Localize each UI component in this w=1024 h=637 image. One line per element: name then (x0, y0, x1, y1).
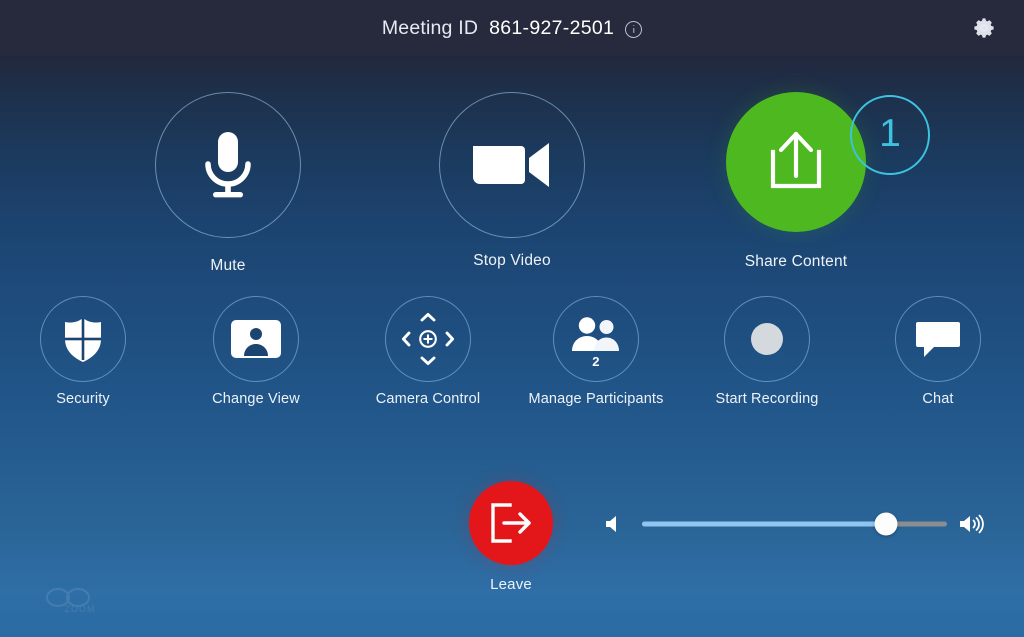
volume-slider[interactable] (642, 511, 947, 537)
header-bar: Meeting ID 861-927-2501 (0, 0, 1024, 56)
stop-video-button[interactable]: Stop Video (366, 92, 658, 270)
mute-button-label: Mute (210, 257, 246, 274)
secondary-controls-row: Security Change View Camera Control 2 Ma… (0, 296, 1024, 420)
volume-down-button[interactable] (600, 510, 628, 538)
people-icon (572, 317, 619, 351)
camera-control-button-label: Camera Control (375, 391, 481, 407)
mute-button[interactable]: Mute (82, 92, 374, 275)
participant-count-badge: 2 (592, 354, 600, 369)
chat-button-circle (895, 296, 981, 382)
leave-button-circle (469, 481, 553, 565)
camera-control-button[interactable]: Camera Control (348, 296, 508, 407)
start-recording-button-label: Start Recording (715, 391, 819, 407)
stop-video-button-circle (439, 92, 585, 238)
microphone-icon (205, 132, 251, 198)
mute-button-circle (155, 92, 301, 238)
change-view-button[interactable]: Change View (176, 296, 336, 407)
stop-video-button-label: Stop Video (473, 252, 551, 269)
manage-participants-button-circle: 2 (553, 296, 639, 382)
exit-arrow-icon (491, 503, 531, 543)
change-view-button-label: Change View (212, 391, 300, 407)
pan-tilt-arrows-icon (401, 312, 455, 366)
gear-icon (974, 18, 994, 38)
start-recording-button-circle (724, 296, 810, 382)
chat-button[interactable]: Chat (858, 296, 1018, 407)
leave-button-label: Leave (490, 576, 532, 593)
watermark: ZOOM (40, 588, 120, 618)
volume-up-button[interactable] (957, 510, 985, 538)
person-card-icon (231, 320, 281, 358)
start-recording-button[interactable]: Start Recording (687, 296, 847, 407)
volume-slider-fill (642, 521, 886, 527)
watermark-text: ZOOM (64, 604, 96, 614)
meeting-id-label: Meeting ID (381, 16, 479, 39)
security-button[interactable]: Security (3, 296, 163, 407)
change-view-button-circle (213, 296, 299, 382)
meeting-control-screen: Meeting ID 861-927-2501 Mute Stop Video … (0, 0, 1024, 637)
share-content-button-label: Share Content (744, 253, 848, 270)
share-upload-icon (770, 131, 822, 189)
video-camera-icon (473, 143, 549, 187)
volume-slider-thumb[interactable] (874, 512, 898, 536)
meeting-id-display: Meeting ID 861-927-2501 (0, 0, 1024, 56)
camera-control-button-circle (385, 296, 471, 382)
volume-low-icon (606, 516, 616, 532)
record-dot-icon (751, 323, 783, 355)
chat-bubble-icon (916, 322, 960, 357)
chat-button-label: Chat (922, 391, 954, 407)
volume-control (600, 507, 985, 541)
info-icon[interactable] (625, 20, 643, 38)
annotation-badge-1-number: 1 (879, 111, 901, 155)
settings-button[interactable] (968, 12, 1000, 44)
security-button-label: Security (56, 391, 110, 407)
share-content-button-circle (726, 92, 866, 232)
annotation-badge-1: 1 (850, 95, 930, 175)
volume-high-icon (960, 514, 984, 534)
shield-icon (65, 318, 101, 362)
watermark-ring-left (46, 588, 70, 607)
meeting-id-value: 861-927-2501 (489, 16, 615, 39)
security-button-circle (40, 296, 126, 382)
leave-button[interactable]: Leave (411, 481, 611, 593)
manage-participants-button[interactable]: 2 Manage Participants (516, 296, 676, 407)
watermark-ring-right (66, 588, 90, 607)
manage-participants-button-label: Manage Participants (528, 391, 664, 407)
